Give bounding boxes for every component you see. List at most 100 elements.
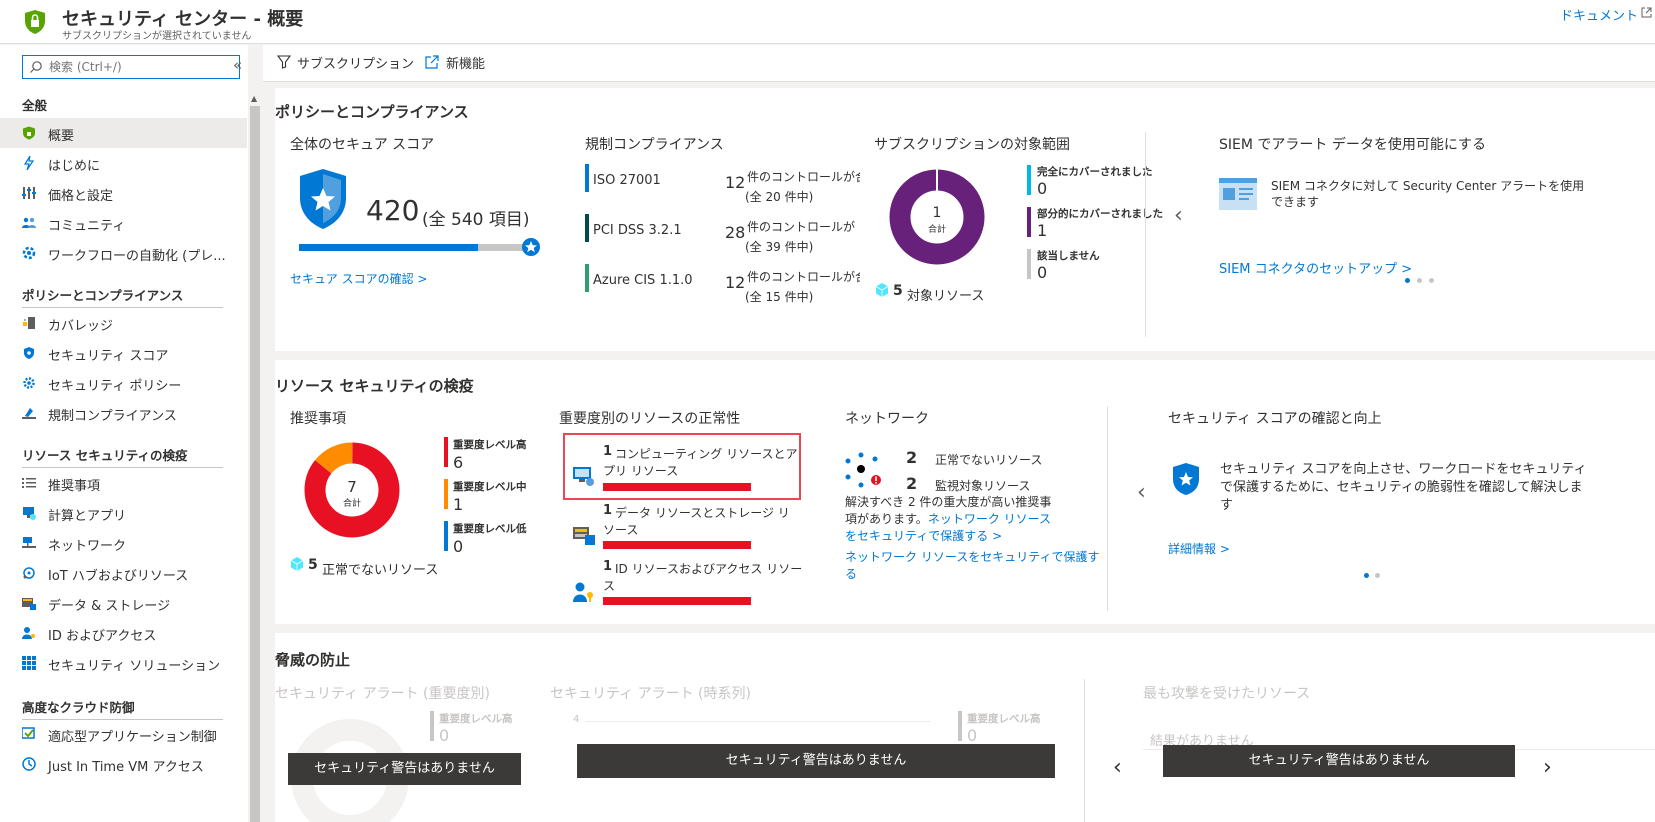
compliance-item-pci: PCI DSS 3.2.1 28 件のコントロールが (全 39 件中) <box>585 214 860 254</box>
secure-score-total: (全 540 項目) <box>422 210 530 230</box>
secure-score-link[interactable]: セキュア スコアの確認 > <box>290 270 427 287</box>
health-item-line2: ソース <box>603 523 639 537</box>
sidebar-item-data-storage[interactable]: データ & ストレージ <box>0 588 247 618</box>
score-improve-text-line3: す <box>1220 498 1234 513</box>
network-secure-link-part1[interactable]: ネットワーク リソース <box>928 512 1051 526</box>
page-header: セキュリティ センター - 概要 サブスクリプションが選択されていません ドキュ… <box>0 0 1655 44</box>
lightning-icon <box>22 155 36 171</box>
section-title-policy: ポリシーとコンプライアンス <box>22 288 184 303</box>
severity-high-value: 0 <box>967 726 978 745</box>
identity-icon <box>22 626 36 640</box>
siem-text-line1: SIEM コネクタに対して Security Center アラートを使用 <box>1271 179 1585 193</box>
sidebar-scrollbar-thumb[interactable] <box>250 106 260 822</box>
security-center-shield-icon <box>24 9 46 39</box>
sidebar-item-recommendations[interactable]: 推奨事項 <box>0 468 247 498</box>
learn-more-link[interactable]: 詳細情報 > <box>1168 540 1230 557</box>
carousel-dot[interactable] <box>1429 278 1434 283</box>
subscription-button[interactable]: サブスクリプション <box>297 53 414 72</box>
sidebar-item-label: データ & ストレージ <box>48 599 171 614</box>
sidebar-item-iot-hub[interactable]: IoT ハブおよびリソース <box>0 558 247 588</box>
sidebar-item-label: セキュリティ ソリューション <box>48 659 221 674</box>
grid-icon <box>22 656 36 670</box>
legend-color-full <box>1027 165 1031 195</box>
health-item-count: 1 <box>603 559 613 574</box>
health-item-line1: データ リソースとストレージ リ <box>615 506 790 520</box>
card-title: 脅威の防止 <box>275 651 351 669</box>
sidebar-item-network[interactable]: ネットワーク <box>0 528 247 558</box>
collapse-sidebar-button[interactable]: « <box>233 56 242 74</box>
sidebar-item-label: はじめに <box>48 159 101 174</box>
sidebar-item-identity-access[interactable]: ID およびアクセス <box>0 618 247 648</box>
health-item-count: 1 <box>603 503 613 518</box>
sidebar-item-getting-started[interactable]: はじめに <box>0 148 247 178</box>
coverage-heading: サブスクリプションの対象範囲 <box>874 137 1070 153</box>
carousel-dot-active[interactable] <box>1364 573 1369 578</box>
network-description-line1: 解決すべき 2 件の重大度が高い推奨事 <box>845 495 1052 509</box>
carousel-prev-button[interactable]: ‹ <box>1113 755 1122 780</box>
sidebar-item-security-policy[interactable]: セキュリティ ポリシー <box>0 368 247 398</box>
health-item-line1: ID リソースおよびアクセス リソー <box>615 562 803 576</box>
whats-new-button[interactable]: 新機能 <box>446 53 485 72</box>
identity-resource-icon <box>573 582 595 606</box>
carousel-dot[interactable] <box>1417 278 1422 283</box>
carousel-dot[interactable] <box>1375 573 1380 578</box>
compliance-item-iso: ISO 27001 12 件のコントロールが合 (全 20 件中) <box>585 164 860 204</box>
scroll-up-arrow-icon[interactable]: ▲ <box>251 94 257 103</box>
divider <box>1084 679 1085 822</box>
policy-compliance-card: ポリシーとコンプライアンス 全体のセキュア スコア 420 (全 540 項目)… <box>275 88 1655 351</box>
sidebar-item-regulatory-compliance[interactable]: 規制コンプライアンス <box>0 398 247 428</box>
legend-label-full: 完全にカバーされました <box>1037 166 1153 178</box>
sidebar-item-label: 推奨事項 <box>48 479 101 494</box>
external-link-icon <box>1641 7 1652 22</box>
score-improve-heading: セキュリティ スコアの確認と向上 <box>1168 411 1382 427</box>
sidebar-item-compute-apps[interactable]: 計算とアプリ <box>0 498 247 528</box>
severity-medium-bar <box>444 479 448 509</box>
score-improve-text-line1: セキュリティ スコアを向上させ、ワークロードをセキュリティ <box>1220 462 1587 477</box>
storage-icon <box>22 596 36 610</box>
compliance-subtext: (全 20 件中) <box>745 190 814 204</box>
sidebar-item-pricing-settings[interactable]: 価格と設定 <box>0 178 247 208</box>
search-box[interactable] <box>22 55 240 79</box>
coverage-resources-label: 対象リソース <box>907 289 985 304</box>
network-monitored-count: 2 <box>906 474 918 493</box>
sidebar-item-label: ID およびアクセス <box>48 629 157 644</box>
sidebar-item-community[interactable]: コミュニティ <box>0 208 247 238</box>
sidebar-item-security-solutions[interactable]: セキュリティ ソリューション <box>0 648 247 678</box>
secure-score-progress-fill <box>299 244 479 251</box>
sidebar-item-coverage[interactable]: カバレッジ <box>0 308 247 338</box>
documentation-link[interactable]: ドキュメント <box>1560 5 1638 24</box>
sidebar-item-overview[interactable]: 概要 <box>0 118 247 148</box>
carousel-next-button[interactable]: › <box>1543 755 1552 780</box>
timeline-axis-tick: 4 <box>573 714 580 725</box>
siem-setup-link[interactable]: SIEM コネクタのセットアップ > <box>1219 258 1412 277</box>
secure-score-shield-icon <box>299 168 347 234</box>
carousel-prev-button[interactable]: ‹ <box>1137 480 1146 505</box>
legend-color-na <box>1027 249 1031 279</box>
resource-health-item-identity[interactable]: 1 ID リソースおよびアクセス リソー ス <box>563 556 803 611</box>
network-heading: ネットワーク <box>845 411 929 427</box>
network-secure-resources-link[interactable]: ネットワーク リソースをセキュリティで保護す <box>845 548 1100 565</box>
compliance-item-cis: Azure CIS 1.1.0 12 件のコントロールが合 (全 15 件中) <box>585 264 860 304</box>
network-description-line2: 項があります。ネットワーク リソース <box>845 510 1051 527</box>
secure-score-progress-track <box>299 244 529 251</box>
secure-score-value: 420 <box>366 194 420 227</box>
resource-health-item-data[interactable]: 1 データ リソースとストレージ リ ソース <box>563 500 801 555</box>
cube-icon <box>875 283 889 301</box>
health-item-line1: コンピューティング リソースとア <box>615 447 798 461</box>
sidebar-item-jit-vm-access[interactable]: Just In Time VM アクセス <box>0 749 247 779</box>
no-alerts-overlay: セキュリティ警告はありません <box>1163 745 1515 777</box>
carousel-dot-active[interactable] <box>1405 278 1410 283</box>
coverage-donut-value: 1 <box>932 205 942 221</box>
sidebar-item-label: カバレッジ <box>48 319 114 334</box>
resource-health-heading: 重要度別のリソースの正常性 <box>559 411 741 427</box>
section-title-general: 全般 <box>22 98 48 113</box>
network-secure-resources-link-tail[interactable]: る <box>845 565 857 582</box>
resource-health-item-compute[interactable]: 1 コンピューティング リソースとア プリ リソース <box>563 433 801 500</box>
sidebar-item-workflow-automation[interactable]: ワークフローの自動化 (プレ... <box>0 238 247 268</box>
sidebar-item-secure-score[interactable]: セキュリティ スコア <box>0 338 247 368</box>
severity-high-label: 重要度レベル高 <box>453 439 527 451</box>
network-secure-link-part2[interactable]: をセキュリティで保護する > <box>845 527 1002 544</box>
carousel-prev-button[interactable]: ‹ <box>1174 203 1183 228</box>
sidebar-item-adaptive-app-control[interactable]: 適応型アプリケーション制御 <box>0 719 247 749</box>
search-input[interactable] <box>49 58 234 76</box>
